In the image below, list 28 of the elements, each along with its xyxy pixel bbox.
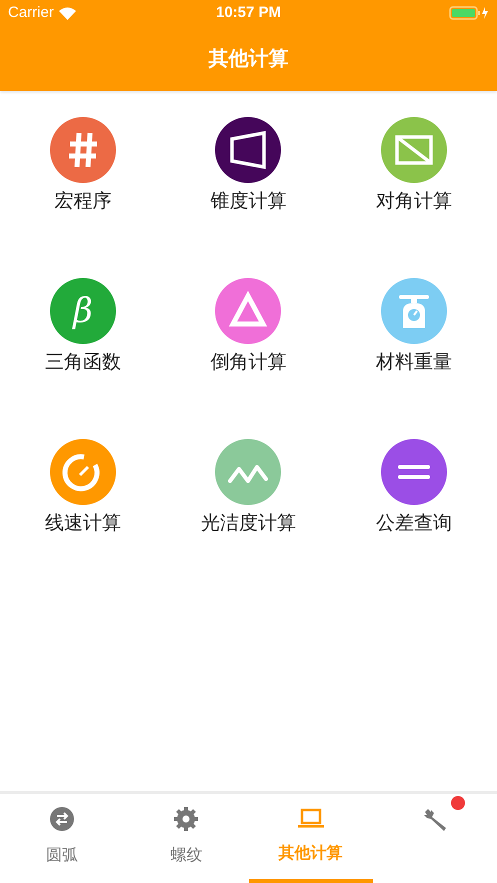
laptop-icon: [296, 806, 325, 830]
taper-tool-icon[interactable]: [215, 117, 282, 183]
tool-label[interactable]: 三角函数: [44, 351, 121, 375]
tool-label[interactable]: 宏程序: [54, 190, 112, 214]
gauge-tool-icon[interactable]: [50, 439, 116, 505]
tool-label[interactable]: 光洁度计算: [200, 512, 296, 536]
wifi-icon: [58, 6, 76, 20]
hash-tool-icon[interactable]: [50, 117, 116, 183]
status-time: 10:57 PM: [216, 2, 282, 23]
screen-title: 其他计算: [208, 46, 288, 72]
carrier-label: Carrier: [8, 2, 54, 23]
tool-label[interactable]: 材料重量: [376, 351, 452, 375]
wrench-icon: [422, 806, 448, 832]
tool-label[interactable]: 线速计算: [44, 512, 121, 536]
wave-tool-icon[interactable]: [215, 439, 282, 505]
tab-item[interactable]: 圆弧: [0, 794, 124, 883]
tab-item[interactable]: 螺纹: [124, 794, 248, 883]
tool-label[interactable]: 公差查询: [376, 512, 452, 536]
scale-tool-icon[interactable]: [381, 278, 448, 344]
tool-label[interactable]: 锥度计算: [210, 190, 286, 214]
tool-label[interactable]: 对角计算: [376, 190, 452, 214]
equals-tool-icon[interactable]: [381, 439, 448, 505]
triangle-tool-icon[interactable]: [215, 278, 282, 344]
diagonal-tool-icon[interactable]: [381, 117, 448, 183]
settings-icon: [173, 806, 200, 832]
tool-label[interactable]: 倒角计算: [210, 351, 286, 375]
swap-arrows-icon: [49, 806, 76, 832]
battery-icon: [449, 6, 489, 20]
